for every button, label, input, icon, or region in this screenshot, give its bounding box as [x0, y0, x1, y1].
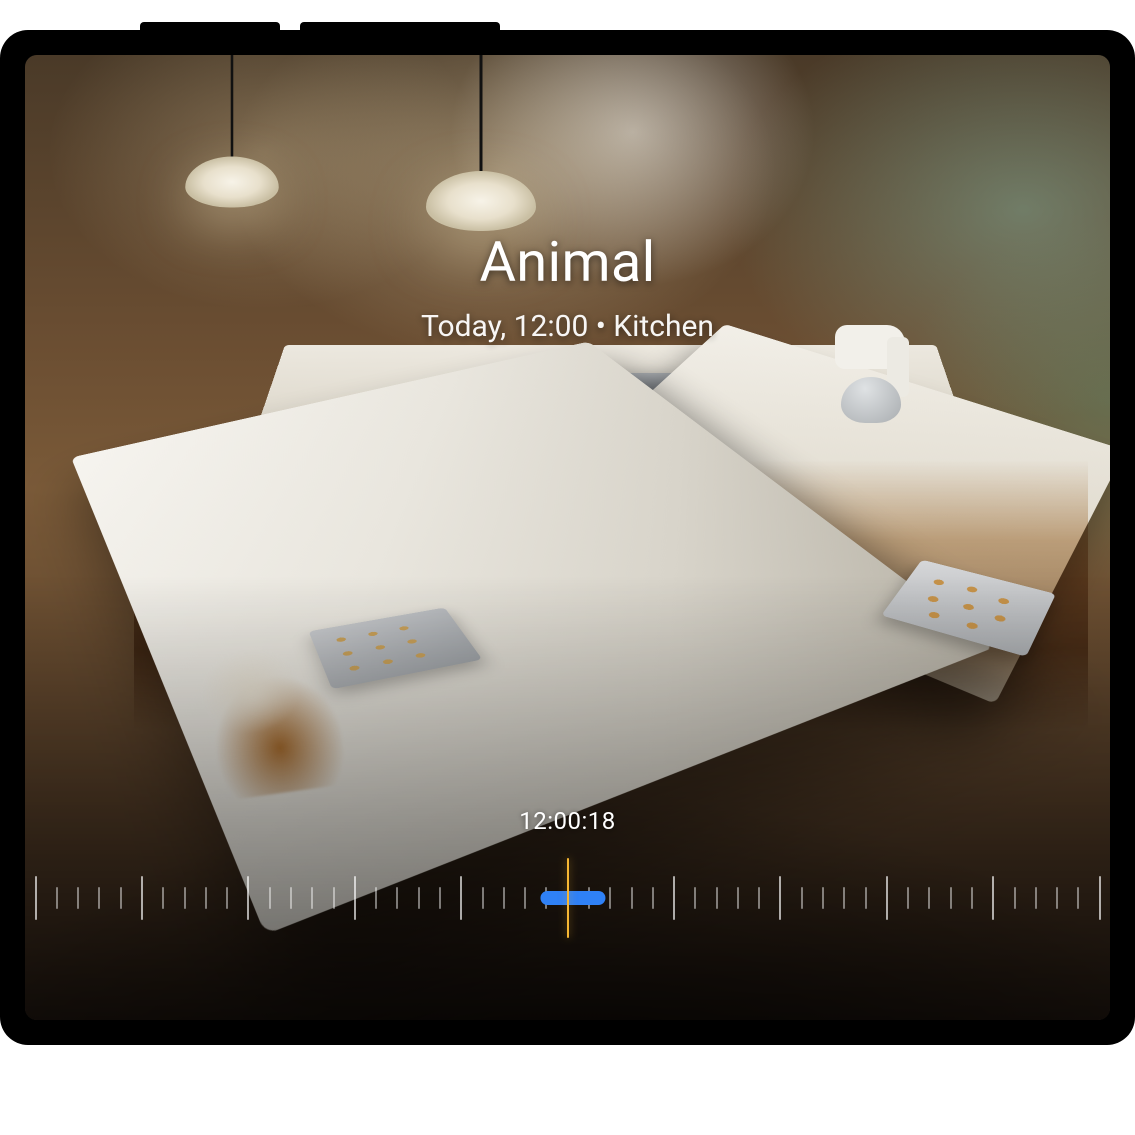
timeline-tick-minor — [961, 863, 982, 933]
timeline-tick-major — [238, 863, 259, 933]
timeline-tick-minor — [834, 863, 855, 933]
timeline-tick-major — [876, 863, 897, 933]
timeline-tick-minor — [621, 863, 642, 933]
timeline-tick-minor — [46, 863, 67, 933]
timeline-tick-minor — [68, 863, 89, 933]
timeline-tick-minor — [195, 863, 216, 933]
timeline-tick-major — [131, 863, 152, 933]
timeline-tick-minor — [812, 863, 833, 933]
timeline-tick-minor — [898, 863, 919, 933]
timeline-tick-minor — [1004, 863, 1025, 933]
timeline-tick-minor — [919, 863, 940, 933]
timeline-tick-minor — [217, 863, 238, 933]
timeline-track[interactable] — [25, 863, 1110, 933]
stand-mixer-icon — [835, 325, 915, 435]
timeline-tick-minor — [174, 863, 195, 933]
timeline-tick-minor — [1047, 863, 1068, 933]
timeline-tick-major — [451, 863, 472, 933]
timeline: 12:00:18 — [25, 807, 1110, 957]
pendant-lamp-icon — [185, 156, 279, 207]
timeline-tick-minor — [514, 863, 535, 933]
timeline-tick-minor — [429, 863, 450, 933]
timeline-tick-minor — [940, 863, 961, 933]
timeline-tick-minor — [472, 863, 493, 933]
timeline-tick-major — [1089, 863, 1110, 933]
timeline-tick-minor — [1025, 863, 1046, 933]
phone-button-top-2 — [300, 22, 500, 30]
timeline-event-clip[interactable] — [540, 891, 605, 905]
timeline-tick-minor — [408, 863, 429, 933]
timeline-tick-minor — [855, 863, 876, 933]
timeline-tick-minor — [791, 863, 812, 933]
timeline-tick-minor — [706, 863, 727, 933]
timeline-tick-minor — [323, 863, 344, 933]
timeline-tick-minor — [280, 863, 301, 933]
pendant-lamp-icon — [426, 171, 536, 231]
timeline-tick-major — [983, 863, 1004, 933]
timeline-tick-minor — [366, 863, 387, 933]
timeline-tick-minor — [387, 863, 408, 933]
playhead-time: 12:00:18 — [25, 807, 1110, 835]
timeline-tick-major — [770, 863, 791, 933]
camera-feed-screen[interactable]: Animal Today, 12:00 • Kitchen 12:00:18 — [25, 55, 1110, 1020]
timeline-playhead[interactable] — [567, 858, 569, 938]
timeline-tick-minor — [259, 863, 280, 933]
timeline-tick-minor — [1068, 863, 1089, 933]
dog-icon — [189, 635, 349, 803]
timeline-tick-major — [25, 863, 46, 933]
phone-button-top-1 — [140, 22, 280, 30]
timeline-tick-minor — [685, 863, 706, 933]
timeline-tick-minor — [153, 863, 174, 933]
timeline-tick-minor — [727, 863, 748, 933]
timeline-tick-major — [663, 863, 684, 933]
timeline-tick-minor — [89, 863, 110, 933]
phone-frame: Animal Today, 12:00 • Kitchen 12:00:18 — [0, 30, 1135, 1045]
timeline-tick-minor — [749, 863, 770, 933]
timeline-tick-major — [344, 863, 365, 933]
timeline-tick-minor — [110, 863, 131, 933]
timeline-tick-minor — [302, 863, 323, 933]
timeline-tick-minor — [493, 863, 514, 933]
timeline-tick-minor — [642, 863, 663, 933]
